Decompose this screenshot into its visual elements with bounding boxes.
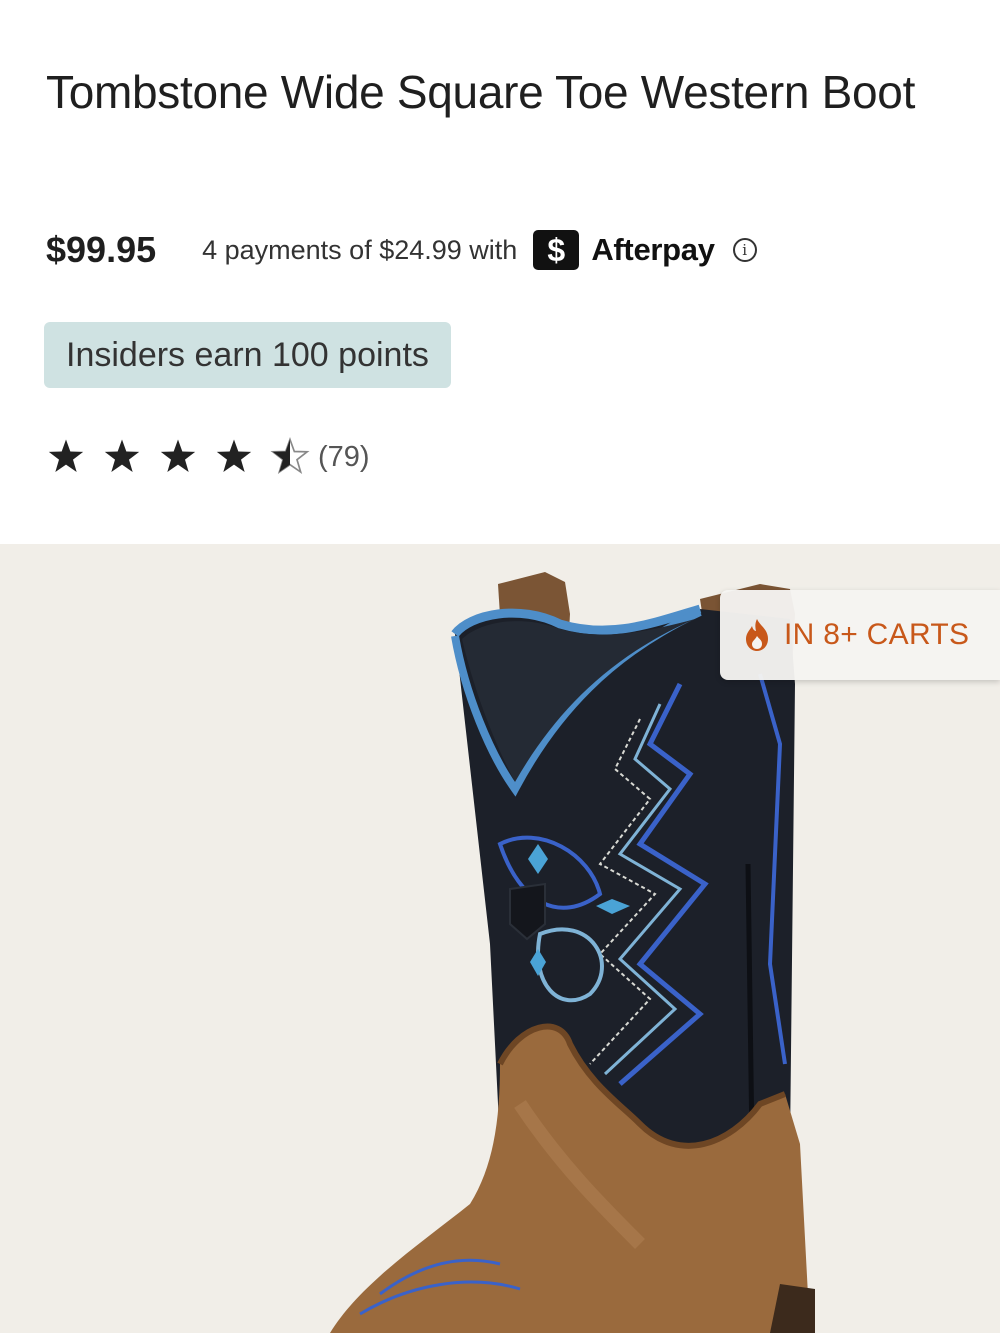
product-image[interactable]: IN 8+ CARTS [0,544,1000,1333]
insiders-points-badge: Insiders earn 100 points [44,322,451,388]
installment-text: 4 payments of $24.99 with [202,234,518,265]
afterpay-name: Afterpay [591,232,715,267]
in-carts-badge: IN 8+ CARTS [720,590,1000,680]
product-price: $99.95 [46,229,157,270]
afterpay-logo-symbol: $ [547,231,566,268]
star-icon [104,439,140,472]
insiders-points-text: Insiders earn 100 points [66,335,429,374]
info-icon[interactable]: i [732,238,757,262]
star-icon [216,439,252,472]
star-icon [48,439,84,472]
flame-icon [746,619,768,651]
info-icon-glyph: i [742,241,748,259]
afterpay-logo-icon: $ [533,230,580,270]
star-icon [160,439,196,472]
in-carts-text: IN 8+ CARTS [784,618,970,651]
price-row: $99.95 4 payments of $24.99 with $ After… [46,226,757,274]
afterpay-info[interactable]: 4 payments of $24.99 with $ Afterpay i [202,230,757,270]
rating-row[interactable]: (79) [46,432,370,482]
product-title: Tombstone Wide Square Toe Western Boot [46,66,916,118]
review-count[interactable]: (79) [318,441,370,474]
half-star-icon [270,437,310,475]
